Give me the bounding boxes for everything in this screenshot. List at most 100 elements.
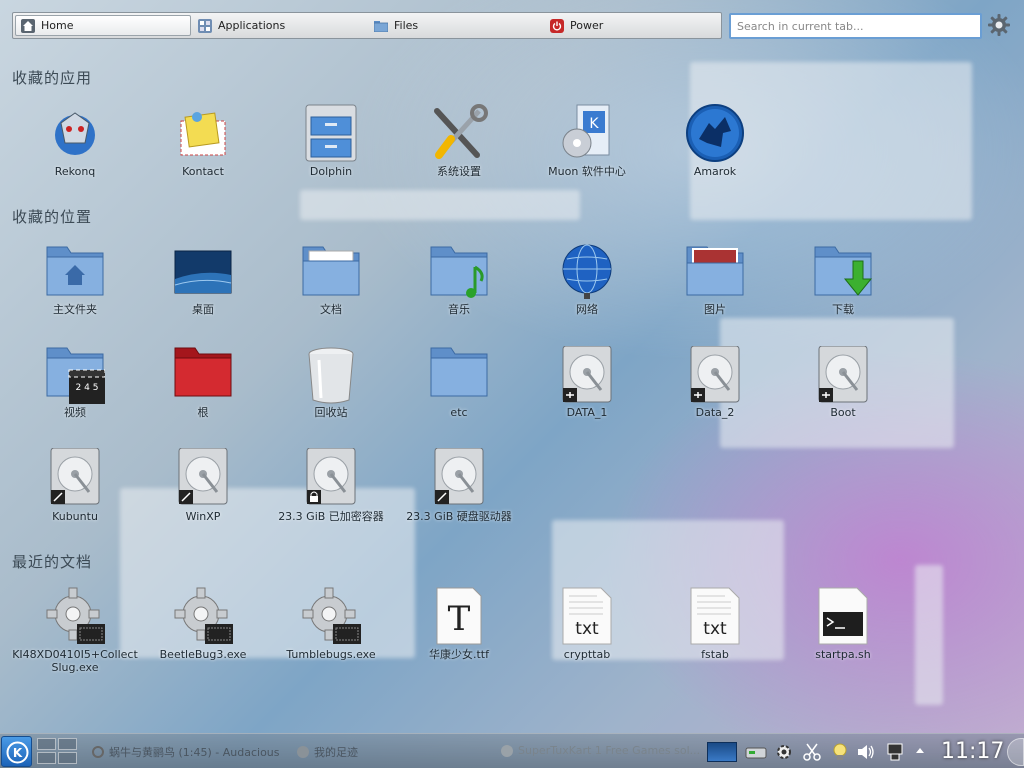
recent-label: crypttab (563, 648, 611, 661)
place-item-network[interactable]: 网络 (523, 241, 651, 337)
place-item-videos[interactable]: 2 4 5 视频 (11, 346, 139, 442)
folder-icon (429, 346, 489, 406)
recent-label: 华康少女.ttf (429, 648, 489, 661)
harddisk-icon (685, 345, 745, 406)
place-item-root[interactable]: 根 (139, 346, 267, 442)
app-label: Muon 软件中心 (548, 165, 626, 178)
system-gear-icon[interactable] (774, 742, 794, 762)
app-label: Rekonq (54, 165, 96, 178)
place-item-etc[interactable]: etc (395, 346, 523, 442)
place-label: 桌面 (192, 303, 214, 316)
app-item-amarok[interactable]: Amarok (651, 103, 779, 199)
documents-folder-icon (301, 241, 361, 301)
task-label: 我的足迹 (314, 746, 358, 759)
shell-script-icon (813, 586, 873, 646)
place-label: Boot (830, 406, 856, 419)
app-item-rekonq[interactable]: Rekonq (11, 103, 139, 199)
recent-item[interactable]: BeetleBug3.exe (139, 586, 267, 682)
amarok-icon (685, 103, 745, 163)
system-settings-icon (429, 103, 489, 163)
place-label: 回收站 (314, 406, 348, 419)
search-input[interactable] (729, 13, 982, 39)
svg-text:K: K (13, 746, 23, 760)
storage-device-icon[interactable] (745, 742, 767, 762)
tab-applications[interactable]: Applications (193, 13, 369, 38)
place-label: 23.3 GiB 硬盘驱动器 (406, 510, 512, 523)
dolphin-icon (301, 103, 361, 163)
place-label: 23.3 GiB 已加密容器 (278, 510, 384, 523)
place-item-downloads[interactable]: 下载 (779, 241, 907, 337)
place-item-documents[interactable]: 文档 (267, 241, 395, 337)
applications-icon (198, 18, 213, 33)
task-audacious[interactable]: 蜗牛与黄鹂鸟 (1:45) - Audacious (92, 744, 280, 760)
pictures-folder-icon (685, 241, 745, 301)
place-label: 图片 (704, 303, 726, 316)
tab-home[interactable]: Home (15, 15, 192, 36)
taskbar-panel: K 蜗牛与黄鹂鸟 (1:45) - Audacious 我的足迹 SuperTu… (0, 733, 1024, 768)
place-item-data2[interactable]: Data_2 (651, 345, 779, 442)
scissors-clipboard-icon[interactable] (802, 742, 822, 762)
kde-launcher-icon[interactable]: K (1, 736, 32, 767)
volume-icon[interactable] (856, 742, 876, 762)
place-item-kubuntu[interactable]: Kubuntu (11, 447, 139, 544)
place-item-boot[interactable]: Boot (779, 345, 907, 442)
place-item-trash[interactable]: 回收站 (267, 346, 395, 442)
place-label: 下载 (832, 303, 854, 316)
recent-item[interactable]: T 华康少女.ttf (395, 586, 523, 682)
tray-expand-arrow-icon[interactable] (916, 748, 924, 753)
app-item-muon[interactable]: K Muon 软件中心 (523, 103, 651, 199)
place-item-data1[interactable]: DATA_1 (523, 345, 651, 442)
app-item-system-settings[interactable]: 系统设置 (395, 103, 523, 199)
place-item-harddisk-drive[interactable]: 23.3 GiB 硬盘驱动器 (395, 447, 523, 544)
svg-text:txt: txt (575, 619, 599, 639)
root-folder-icon (173, 346, 233, 406)
place-label: DATA_1 (566, 406, 608, 419)
recent-item[interactable]: txt crypttab (523, 586, 651, 682)
app-item-dolphin[interactable]: Dolphin (267, 103, 395, 199)
tab-applications-label: Applications (218, 19, 286, 32)
place-item-music[interactable]: 音乐 (395, 241, 523, 337)
app-label: Amarok (693, 165, 737, 178)
encrypted-harddisk-icon (301, 447, 361, 508)
task-my-footprints[interactable]: 我的足迹 (297, 744, 358, 760)
place-item-winxp[interactable]: WinXP (139, 447, 267, 544)
desktop-pager[interactable] (37, 738, 79, 766)
executable-icon (173, 586, 233, 646)
recent-item[interactable]: Tumblebugs.exe (267, 586, 395, 682)
audacious-icon (92, 746, 104, 758)
app-icon (501, 744, 513, 757)
recent-item[interactable]: KI48XD0410I5+Collect Slug.exe (11, 586, 139, 682)
settings-gear-icon[interactable] (987, 13, 1011, 37)
muon-icon: K (557, 103, 617, 163)
launcher-tabbar: Home Applications Files Power (12, 12, 722, 39)
place-label: Data_2 (695, 406, 735, 419)
tab-power[interactable]: Power (545, 13, 721, 38)
videos-folder-icon: 2 4 5 (45, 346, 106, 406)
harddisk-icon (429, 447, 489, 508)
recent-label: KI48XD0410I5+Collect Slug.exe (12, 648, 138, 674)
recent-label: Tumblebugs.exe (286, 648, 376, 661)
place-item-encrypted-container[interactable]: 23.3 GiB 已加密容器 (267, 447, 395, 544)
recent-label: fstab (701, 648, 729, 661)
recent-item[interactable]: txt fstab (651, 586, 779, 682)
trash-icon (301, 346, 361, 406)
app-label: Dolphin (309, 165, 353, 178)
app-icon (297, 746, 309, 758)
section-title-favorite-places: 收藏的位置 (12, 208, 93, 226)
tab-files[interactable]: Files (369, 13, 545, 38)
show-desktop-icon[interactable] (707, 742, 737, 762)
recent-label: BeetleBug3.exe (159, 648, 247, 661)
app-label: 系统设置 (437, 165, 481, 178)
recent-item[interactable]: startpa.sh (779, 586, 907, 682)
network-status-icon[interactable] (885, 742, 905, 762)
task-supertuxkart[interactable]: SuperTuxKart 1 Free Games sol... (501, 744, 700, 757)
music-folder-icon (429, 241, 489, 301)
text-file-icon: txt (557, 586, 617, 646)
clock[interactable]: 11:17 (941, 739, 1004, 764)
app-item-kontact[interactable]: Kontact (139, 103, 267, 199)
lightbulb-icon[interactable] (830, 742, 850, 762)
place-item-desktop[interactable]: 桌面 (139, 241, 267, 337)
place-item-home[interactable]: 主文件夹 (11, 241, 139, 337)
panel-toolbox-icon[interactable] (1007, 738, 1024, 766)
place-item-pictures[interactable]: 图片 (651, 241, 779, 337)
